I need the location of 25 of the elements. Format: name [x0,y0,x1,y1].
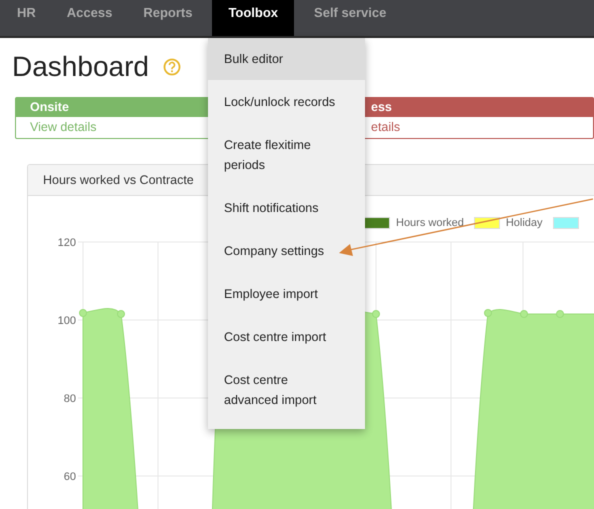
menu-item[interactable]: Employee import [208,272,365,315]
menu-item[interactable]: Company settings [208,229,365,272]
data-point [117,310,125,318]
y-axis-label: 120 [58,237,76,249]
y-axis-label: 80 [64,393,76,405]
view-details-link[interactable]: etails [371,120,400,134]
data-point [372,310,380,318]
data-point [520,310,528,318]
y-axis-label: 60 [64,471,76,483]
y-axis-label: 100 [58,315,76,327]
nav-tab[interactable]: Access [56,0,124,36]
nav-tab[interactable]: Reports [132,0,204,36]
legend-label: Hours worked [396,217,464,229]
menu-item[interactable]: Bulk editor [208,38,365,80]
menu-item[interactable]: Cost centre import [208,315,365,358]
nav-tab[interactable]: HR [6,0,47,36]
data-point [556,310,564,318]
legend-label: Holiday [506,217,543,229]
page-title: Dashboard [12,53,149,81]
menu-item[interactable]: Cost centre advanced import [208,358,365,421]
data-point [79,309,87,317]
nav-tab[interactable]: Toolbox [212,0,294,36]
help-icon[interactable] [162,58,181,76]
data-point [484,309,492,317]
nav-tab[interactable]: Self service [303,0,398,36]
